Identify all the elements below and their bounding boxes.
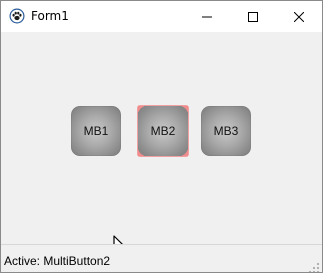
- window-title: Form1: [31, 9, 69, 23]
- app-window: Form1 MB1 MB2 MB3 Active: MultiButton2: [0, 0, 323, 273]
- status-bar: Active: MultiButton2: [1, 244, 322, 272]
- multi-button-3[interactable]: MB3: [201, 106, 251, 156]
- paw-icon[interactable]: [9, 8, 25, 24]
- maximize-icon: [248, 7, 258, 26]
- status-text: Active: MultiButton2: [4, 254, 111, 268]
- multi-button-label: MB1: [83, 124, 109, 138]
- multi-button-2[interactable]: MB2: [138, 106, 188, 156]
- close-icon: [293, 7, 305, 26]
- client-area: MB1 MB2 MB3: [1, 32, 322, 261]
- multi-button-1[interactable]: MB1: [71, 106, 121, 156]
- minimize-icon: [202, 7, 212, 26]
- multi-button-label: MB2: [150, 124, 176, 138]
- multi-button-label: MB3: [213, 124, 239, 138]
- title-bar[interactable]: Form1: [1, 1, 322, 32]
- maximize-button[interactable]: [230, 1, 276, 32]
- minimize-button[interactable]: [184, 1, 230, 32]
- close-button[interactable]: [276, 1, 322, 32]
- resize-grip-icon[interactable]: [308, 259, 320, 272]
